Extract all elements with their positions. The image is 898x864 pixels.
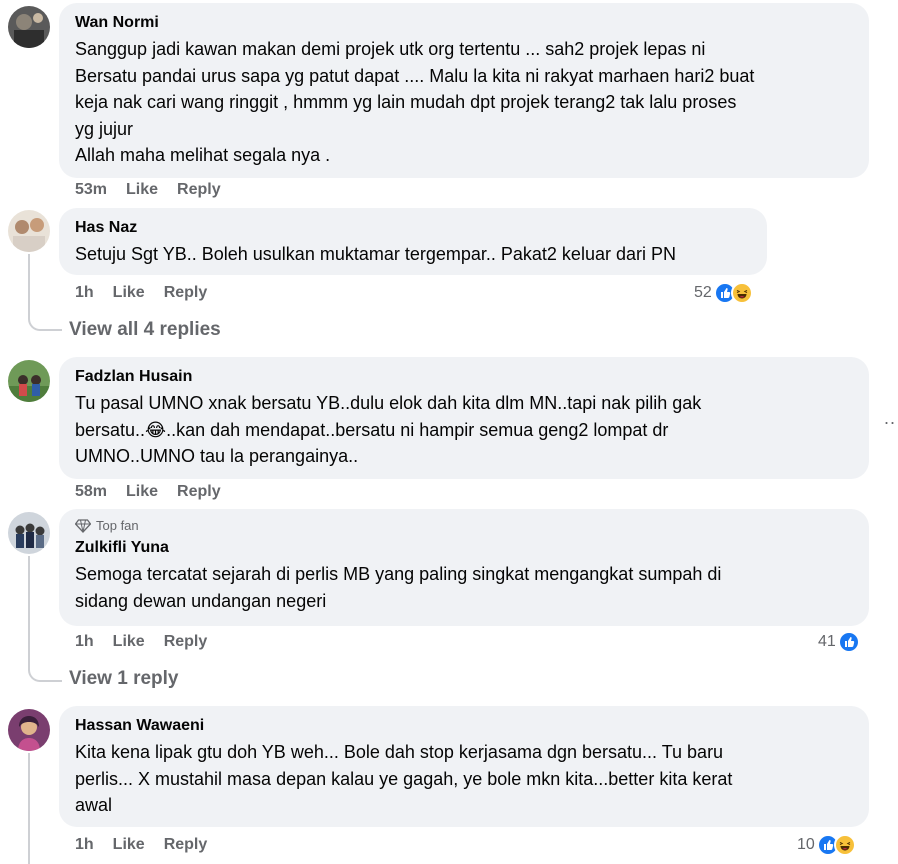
thread-line <box>28 254 30 318</box>
haha-icon <box>730 282 753 304</box>
more-options-icon[interactable]: .. <box>884 408 896 429</box>
top-fan-badge: Top fan <box>75 518 853 534</box>
reply-button[interactable]: Reply <box>164 836 208 854</box>
reaction-count: 41 <box>818 633 836 650</box>
comment-text: Kita kena lipak gtu doh YB weh... Bole d… <box>75 742 733 815</box>
reply-button[interactable]: Reply <box>177 181 221 199</box>
reaction-summary[interactable]: 52 <box>694 282 753 304</box>
comment-author[interactable]: Hassan Wawaeni <box>75 716 853 736</box>
avatar[interactable] <box>8 709 50 751</box>
diamond-icon <box>75 519 91 533</box>
reply-button[interactable]: Reply <box>164 284 208 302</box>
thread-connector <box>28 317 62 331</box>
comment-author[interactable]: Has Naz <box>75 218 751 238</box>
comment-author[interactable]: Wan Normi <box>75 13 853 33</box>
avatar[interactable] <box>8 360 50 402</box>
comment-bubble: Fadzlan Husain Tu pasal UMNO xnak bersat… <box>59 357 869 479</box>
comment-actions: 58m Like Reply <box>75 483 221 501</box>
like-button[interactable]: Like <box>113 836 145 854</box>
avatar[interactable] <box>8 210 50 252</box>
avatar[interactable] <box>8 512 50 554</box>
reaction-summary[interactable]: 10 <box>797 834 856 856</box>
comment-actions: 53m Like Reply <box>75 181 221 199</box>
comment-author[interactable]: Zulkifli Yuna <box>75 538 853 558</box>
thread-connector <box>28 668 62 682</box>
avatar[interactable] <box>8 6 50 48</box>
thread-line <box>28 556 30 668</box>
reply-button[interactable]: Reply <box>164 633 208 651</box>
comment-text: Sanggup jadi kawan makan demi projek utk… <box>75 39 755 165</box>
comment-time[interactable]: 1h <box>75 836 94 854</box>
thread-line <box>28 753 30 864</box>
comment-time[interactable]: 1h <box>75 633 94 651</box>
comment-text: Setuju Sgt YB.. Boleh usulkan muktamar t… <box>75 244 676 264</box>
like-icon <box>837 631 860 653</box>
comment-time[interactable]: 1h <box>75 284 94 302</box>
top-fan-label: Top fan <box>96 518 139 533</box>
like-button[interactable]: Like <box>126 181 158 199</box>
like-button[interactable]: Like <box>113 633 145 651</box>
reaction-count: 10 <box>797 836 815 853</box>
comment-bubble: Has Naz Setuju Sgt YB.. Boleh usulkan mu… <box>59 208 767 275</box>
comment-author[interactable]: Fadzlan Husain <box>75 367 853 387</box>
comment-time[interactable]: 58m <box>75 483 107 501</box>
view-replies-link[interactable]: View all 4 replies <box>69 319 221 341</box>
like-button[interactable]: Like <box>113 284 145 302</box>
reaction-count: 52 <box>694 284 712 301</box>
comment-actions: 1h Like Reply <box>75 836 207 854</box>
comment-bubble: Top fan Zulkifli Yuna Semoga tercatat se… <box>59 509 869 626</box>
comment-bubble: Hassan Wawaeni Kita kena lipak gtu doh Y… <box>59 706 869 827</box>
reaction-summary[interactable]: 41 <box>818 631 860 653</box>
comment-text: Semoga tercatat sejarah di perlis MB yan… <box>75 564 722 611</box>
reply-button[interactable]: Reply <box>177 483 221 501</box>
comment-text: Tu pasal UMNO xnak bersatu YB..dulu elok… <box>75 393 702 466</box>
comment-actions: 1h Like Reply <box>75 633 207 651</box>
haha-icon <box>833 834 856 856</box>
like-button[interactable]: Like <box>126 483 158 501</box>
comment-time[interactable]: 53m <box>75 181 107 199</box>
view-replies-link[interactable]: View 1 reply <box>69 668 179 690</box>
comment-actions: 1h Like Reply <box>75 284 207 302</box>
comment-bubble: Wan Normi Sanggup jadi kawan makan demi … <box>59 3 869 178</box>
